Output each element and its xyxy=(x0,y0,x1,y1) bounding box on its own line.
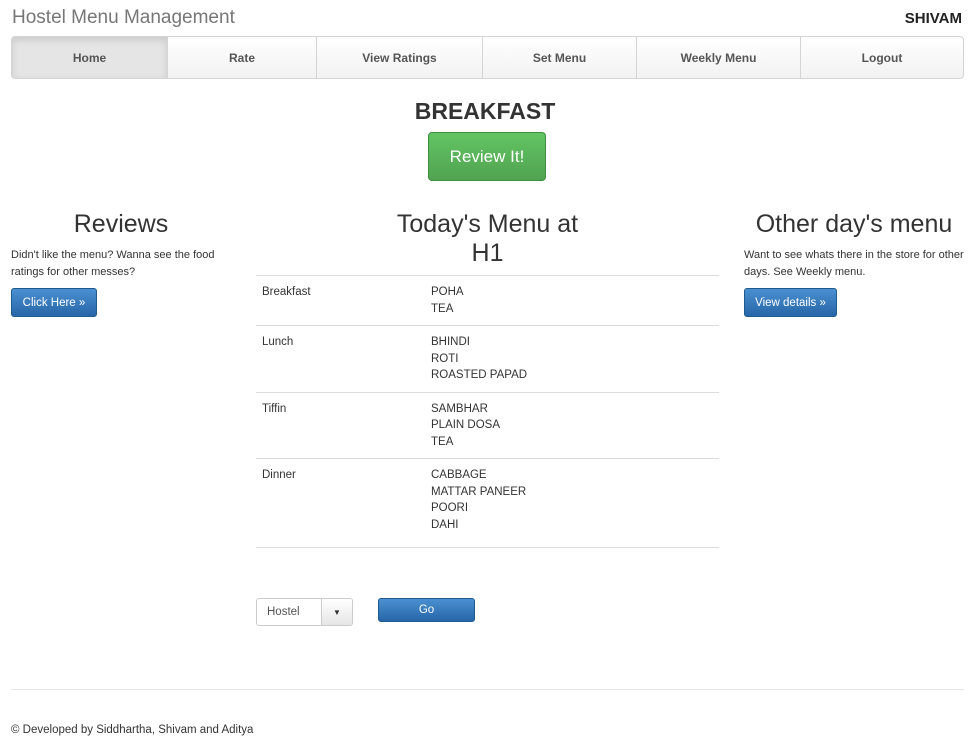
caret-down-icon[interactable]: ▼ xyxy=(321,599,352,625)
table-row: Breakfast POHA TEA xyxy=(256,275,719,326)
footer-divider xyxy=(11,689,964,690)
todays-menu-table: Breakfast POHA TEA Lunch BHINDI ROTI ROA… xyxy=(256,275,719,548)
meal-name: Breakfast xyxy=(256,275,425,326)
nav-rate[interactable]: Rate xyxy=(168,37,317,78)
nav-logout[interactable]: Logout xyxy=(801,37,963,78)
todays-menu-heading: Today's Menu at H1 xyxy=(256,210,719,268)
hostel-select-value: Hostel xyxy=(267,606,300,618)
nav-home[interactable]: Home xyxy=(12,37,168,78)
review-it-button[interactable]: Review It! xyxy=(428,132,546,181)
footer-credits: © Developed by Siddhartha, Shivam and Ad… xyxy=(11,724,254,736)
current-meal-heading: BREAKFAST xyxy=(414,98,556,124)
meal-name: Dinner xyxy=(256,458,425,548)
menu-item: POORI xyxy=(431,502,469,514)
menu-item: CABBAGE xyxy=(431,469,487,481)
meal-name: Lunch xyxy=(256,325,425,392)
meal-name: Tiffin xyxy=(256,391,425,459)
nav-view-ratings[interactable]: View Ratings xyxy=(317,37,483,78)
other-days-description: Want to see whats there in the store for… xyxy=(744,249,964,278)
view-details-button[interactable]: View details » xyxy=(744,288,837,317)
menu-item: MATTAR PANEER xyxy=(431,485,527,498)
menu-item: ROTI xyxy=(431,352,459,365)
menu-item: SAMBHAR xyxy=(431,402,488,415)
hostel-name: H1 xyxy=(471,239,504,267)
menu-item: TEA xyxy=(431,302,454,315)
meal-items: SAMBHAR PLAIN DOSA TEA xyxy=(425,391,719,459)
nav-set-menu[interactable]: Set Menu xyxy=(483,37,637,78)
brand-title[interactable]: Hostel Menu Management xyxy=(12,7,235,29)
meal-items: POHA TEA xyxy=(425,275,719,326)
nav-weekly-menu[interactable]: Weekly Menu xyxy=(637,37,801,78)
main-navbar: Home Rate View Ratings Set Menu Weekly M… xyxy=(11,36,964,79)
reviews-heading: Reviews xyxy=(73,210,169,238)
go-button[interactable]: Go xyxy=(378,598,475,622)
meal-items: CABBAGE MATTAR PANEER POORI DAHI xyxy=(425,458,719,548)
menu-item: POHA xyxy=(431,286,464,298)
menu-item: DAHI xyxy=(431,518,459,531)
table-row: Lunch BHINDI ROTI ROASTED PAPAD xyxy=(256,325,719,392)
username: SHIVAM xyxy=(904,10,962,27)
click-here-button[interactable]: Click Here » xyxy=(11,288,97,317)
reviews-description: Didn't like the menu? Wanna see the food… xyxy=(11,249,215,278)
menu-item: ROASTED PAPAD xyxy=(431,369,528,381)
todays-menu-title: Today's Menu at xyxy=(396,210,579,238)
meal-items: BHINDI ROTI ROASTED PAPAD xyxy=(425,325,719,392)
menu-item: BHINDI xyxy=(431,336,470,348)
table-row: Dinner CABBAGE MATTAR PANEER POORI DAHI xyxy=(256,458,719,548)
table-row: Tiffin SAMBHAR PLAIN DOSA TEA xyxy=(256,391,719,459)
menu-item: PLAIN DOSA xyxy=(431,419,501,431)
hostel-select[interactable]: Hostel ▼ xyxy=(256,598,353,626)
other-days-heading: Other day's menu xyxy=(755,210,953,238)
menu-item: TEA xyxy=(431,435,454,448)
